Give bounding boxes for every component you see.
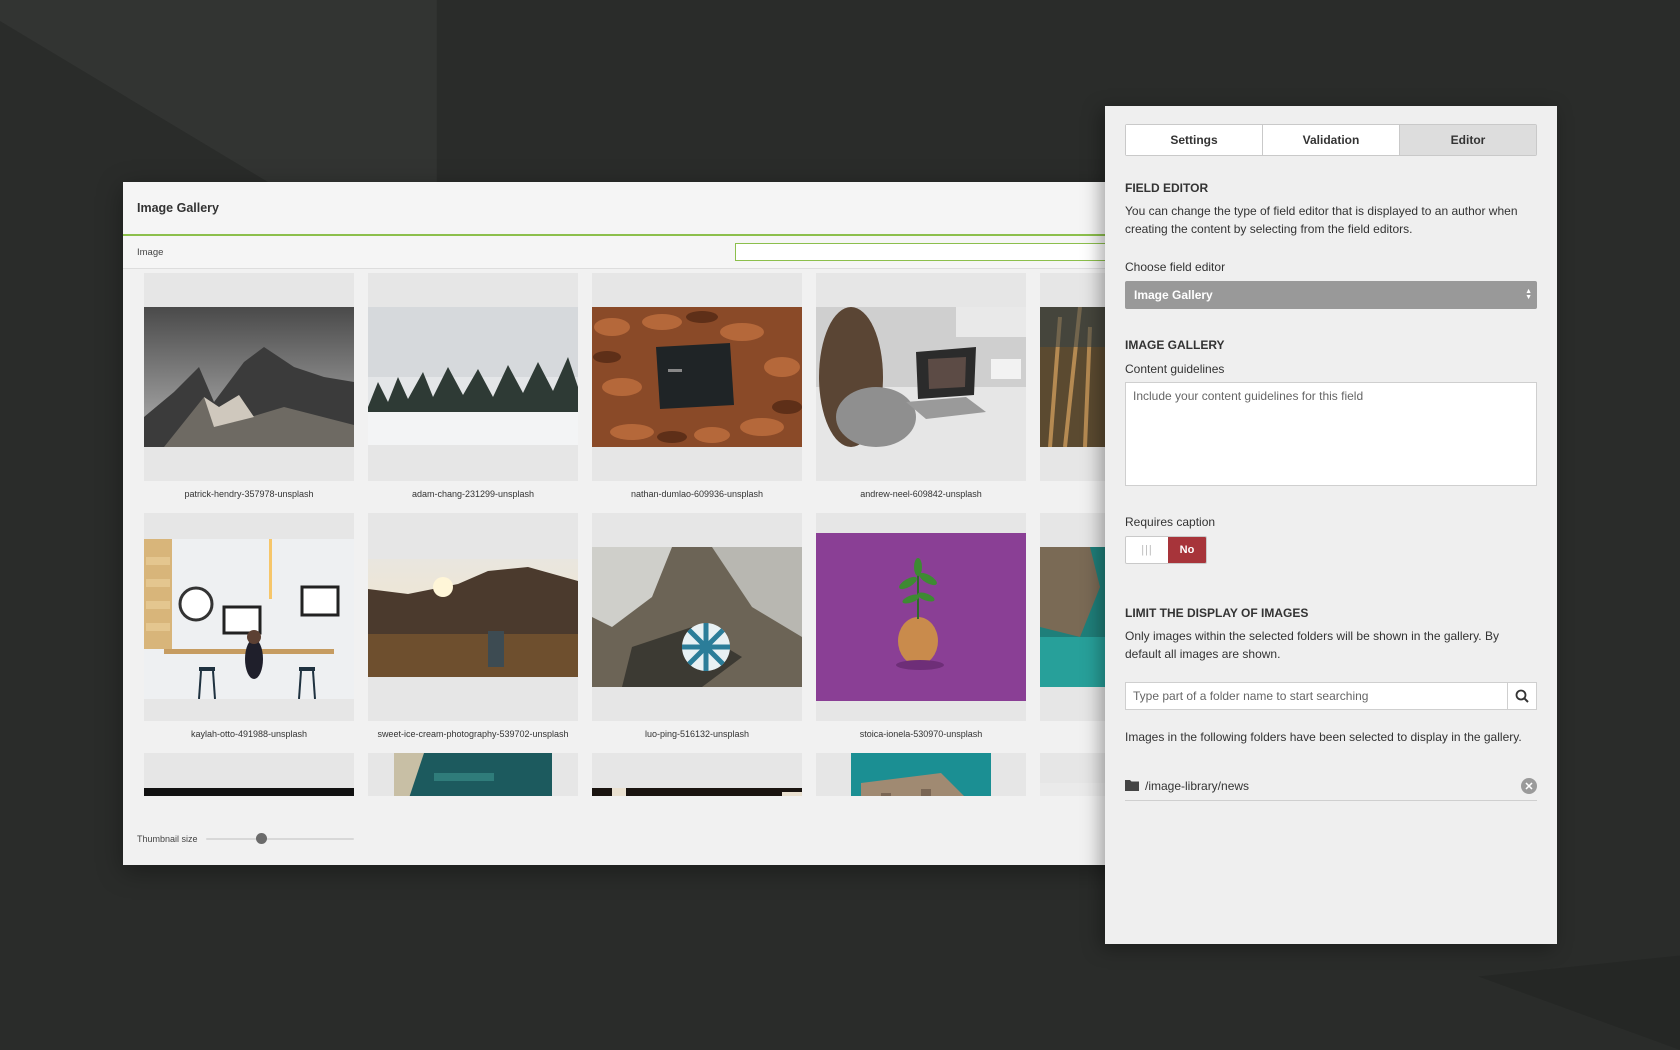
- folder-search: [1125, 682, 1537, 710]
- selected-editor-value: Image Gallery: [1134, 288, 1213, 302]
- image-tile[interactable]: [592, 753, 802, 796]
- image-grid: patrick-hendry-357978-unsplash adam-chan…: [144, 273, 1136, 796]
- field-editor-description: You can change the type of field editor …: [1125, 204, 1518, 236]
- image-thumbnail: [144, 513, 354, 721]
- tab-editor[interactable]: Editor: [1400, 125, 1536, 155]
- image-thumbnail: [368, 273, 578, 481]
- hills-sunset-photo: [368, 559, 578, 677]
- image-thumbnail: [816, 753, 1026, 796]
- image-gallery-window: Image Gallery Image patrick-hendry-35797…: [123, 182, 1136, 865]
- image-tile[interactable]: [368, 753, 578, 796]
- select-arrows-icon: ▲ ▼: [1525, 288, 1532, 301]
- toggle-state-label[interactable]: No: [1168, 537, 1206, 563]
- thumbnail-size-slider[interactable]: [205, 833, 354, 844]
- gallery-title: Image Gallery: [137, 201, 219, 215]
- content-guidelines-textarea[interactable]: Include your content guidelines for this…: [1125, 382, 1537, 486]
- image-tile[interactable]: andrew-neel-609842-unsplash: [816, 273, 1026, 499]
- image-tile[interactable]: [144, 753, 354, 796]
- image-caption: patrick-hendry-357978-unsplash: [184, 489, 314, 499]
- gallery-header: Image Gallery: [123, 182, 1136, 236]
- image-caption: sweet-ice-cream-photography-539702-unspl…: [377, 729, 569, 739]
- limit-display-description: Only images within the selected folders …: [1125, 629, 1499, 661]
- guidelines-placeholder: Include your content guidelines for this…: [1133, 389, 1364, 403]
- cafe-woman-photo: [144, 539, 354, 699]
- gallery-footer: Thumbnail size: [123, 813, 1136, 865]
- image-tile[interactable]: [816, 753, 1026, 796]
- egg-plant-photo: [816, 533, 1026, 701]
- image-thumbnail: [144, 753, 354, 796]
- dark-photo: [144, 788, 354, 796]
- image-tile[interactable]: sweet-ice-cream-photography-539702-unspl…: [368, 513, 578, 739]
- field-editor-heading: FIELD EDITOR: [1125, 181, 1209, 195]
- image-thumbnail: [816, 273, 1026, 481]
- image-tile[interactable]: stoica-ionela-530970-unsplash: [816, 513, 1026, 739]
- image-tile[interactable]: kaylah-otto-491988-unsplash: [144, 513, 354, 739]
- laptop-bed-photo: [816, 307, 1026, 447]
- thumbnail-size-label: Thumbnail size: [137, 834, 198, 844]
- image-caption: nathan-dumlao-609936-unsplash: [630, 489, 764, 499]
- image-caption: andrew-neel-609842-unsplash: [860, 489, 982, 499]
- requires-caption-label: Requires caption: [1125, 515, 1216, 529]
- image-caption: adam-chang-231299-unsplash: [411, 489, 535, 499]
- image-thumbnail: [592, 513, 802, 721]
- toggle-handle[interactable]: |||: [1126, 537, 1168, 563]
- slider-thumb[interactable]: [256, 833, 268, 844]
- filter-label: Image: [137, 246, 164, 258]
- image-thumbnail: [368, 513, 578, 721]
- image-caption: luo-ping-516132-unsplash: [644, 729, 750, 739]
- image-tile[interactable]: patrick-hendry-357978-unsplash: [144, 273, 354, 499]
- image-thumbnail: [592, 753, 802, 796]
- aerial-coast-photo: [394, 753, 552, 796]
- selected-folders-info: Images in the following folders have bee…: [1125, 730, 1522, 744]
- image-caption: stoica-ionela-530970-unsplash: [859, 729, 983, 739]
- folder-icon: [1125, 780, 1139, 791]
- field-settings-panel: Settings Validation Editor FIELD EDITOR …: [1105, 106, 1557, 944]
- tab-settings[interactable]: Settings: [1126, 125, 1263, 155]
- mountain-photo: [144, 307, 354, 447]
- remove-folder-button[interactable]: ✕: [1521, 778, 1537, 794]
- image-thumbnail: [368, 753, 578, 796]
- image-thumbnail: [592, 273, 802, 481]
- limit-display-heading: LIMIT THE DISPLAY OF IMAGES: [1125, 606, 1309, 620]
- image-tile[interactable]: luo-ping-516132-unsplash: [592, 513, 802, 739]
- folder-path: /image-library/news: [1145, 779, 1250, 793]
- image-filter-input[interactable]: [735, 243, 1135, 261]
- image-thumbnail: [144, 273, 354, 481]
- folder-search-input[interactable]: [1126, 683, 1507, 709]
- leaves-laptop-photo: [592, 307, 802, 447]
- stone-tower-photo: [851, 753, 991, 796]
- image-gallery-heading: IMAGE GALLERY: [1125, 338, 1225, 352]
- image-tile[interactable]: nathan-dumlao-609936-unsplash: [592, 273, 802, 499]
- panel-tabs: Settings Validation Editor: [1125, 124, 1537, 156]
- content-guidelines-label: Content guidelines: [1125, 362, 1225, 376]
- field-editor-select[interactable]: Image Gallery ▲ ▼: [1125, 281, 1537, 309]
- canyon-umbrella-photo: [592, 547, 802, 687]
- gallery-filter-bar: Image: [123, 236, 1136, 269]
- requires-caption-toggle[interactable]: ||| No: [1125, 536, 1207, 564]
- image-thumbnail: [816, 513, 1026, 721]
- tab-validation[interactable]: Validation: [1263, 125, 1400, 155]
- choose-editor-label: Choose field editor: [1125, 260, 1226, 274]
- snowy-forest-photo: [368, 307, 578, 445]
- dark-interior-photo: [592, 788, 802, 796]
- image-caption: kaylah-otto-491988-unsplash: [190, 729, 308, 739]
- search-icon: [1515, 689, 1529, 703]
- selected-folder-item: /image-library/news ✕: [1125, 772, 1537, 801]
- image-tile[interactable]: adam-chang-231299-unsplash: [368, 273, 578, 499]
- search-button[interactable]: [1507, 683, 1536, 709]
